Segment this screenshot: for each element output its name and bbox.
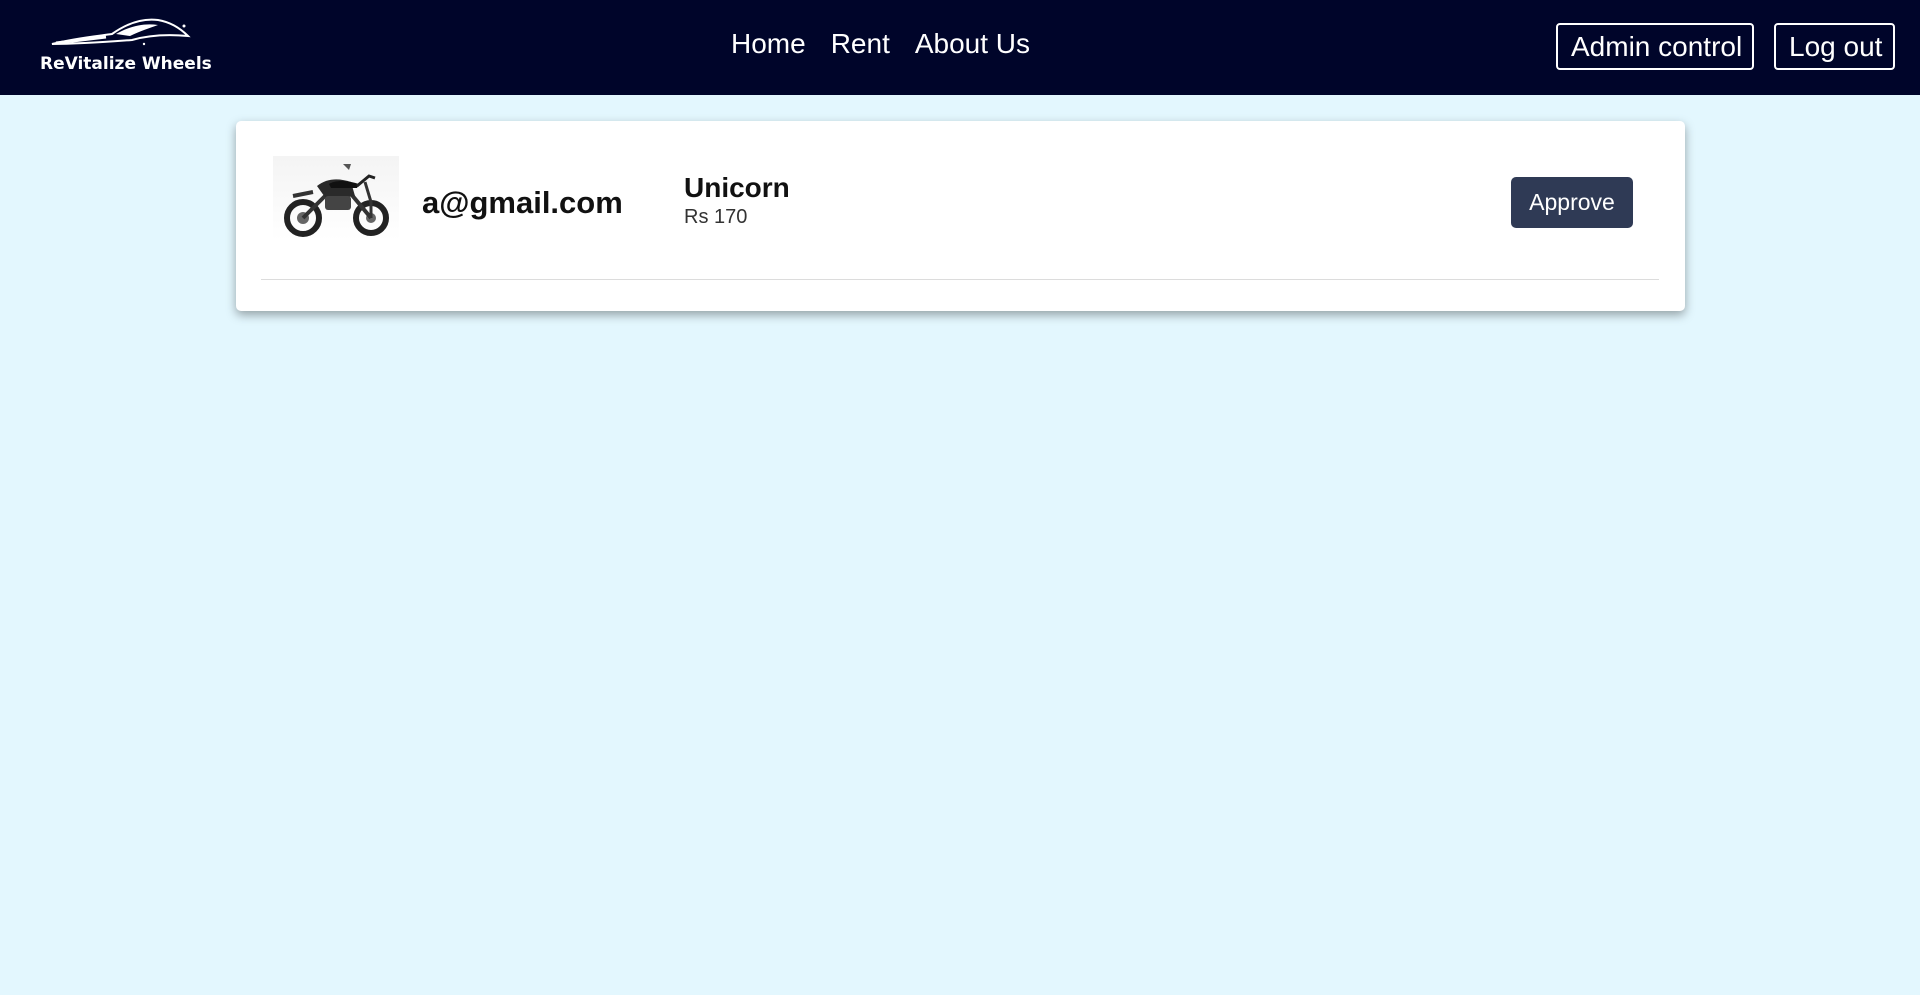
top-navbar: ReVitalize Wheels Home Rent About Us Adm… <box>0 0 1920 95</box>
request-user-email: a@gmail.com <box>422 185 623 220</box>
main-nav: Home Rent About Us <box>731 28 1030 60</box>
requests-card: a@gmail.com Unicorn Rs 170 <box>236 121 1685 311</box>
brand-name: ReVitalize Wheels <box>40 54 212 74</box>
vehicle-name: Unicorn <box>684 172 790 203</box>
vehicle-price: Rs 170 <box>684 206 748 228</box>
vehicle-image <box>273 156 399 240</box>
brand-logo[interactable]: ReVitalize Wheels <box>36 14 212 80</box>
motorcycle-icon <box>284 164 389 237</box>
approve-button[interactable]: Approve <box>1511 177 1633 228</box>
logout-button[interactable]: Log out <box>1774 23 1895 70</box>
nav-link-about-us[interactable]: About Us <box>915 28 1030 60</box>
request-row: a@gmail.com Unicorn Rs 170 <box>261 141 1659 280</box>
admin-control-button[interactable]: Admin control <box>1556 23 1754 70</box>
nav-link-home[interactable]: Home <box>731 28 806 60</box>
nav-link-rent[interactable]: Rent <box>831 28 890 60</box>
car-silhouette-icon <box>51 18 191 46</box>
